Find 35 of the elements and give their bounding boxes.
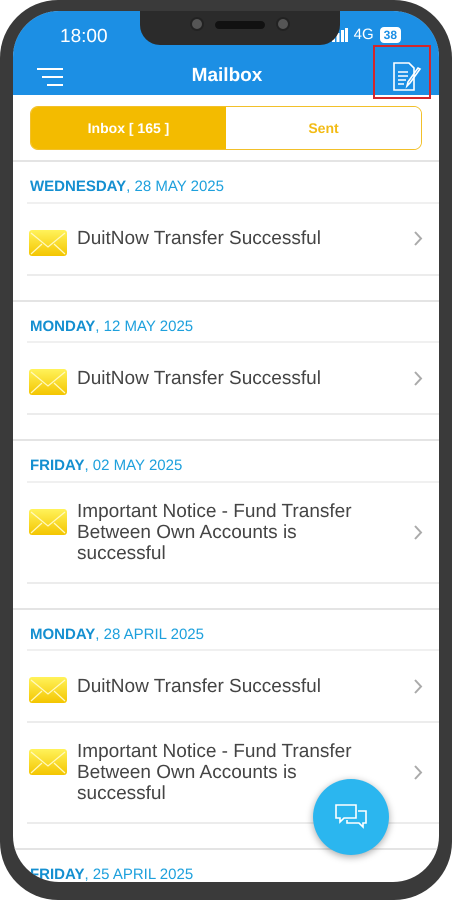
network-label: 4G [354, 25, 374, 45]
envelope-icon [29, 677, 67, 703]
message-subject: DuitNow Transfer Successful [77, 368, 321, 388]
chevron-icon [414, 524, 423, 540]
date-heading: MONDAY, 28 APRIL 2025 [27, 610, 439, 651]
compose-icon[interactable] [390, 60, 423, 92]
envelope-icon [29, 749, 67, 775]
menu-icon[interactable] [37, 68, 63, 86]
date-heading: MONDAY, 12 MAY 2025 [27, 302, 439, 343]
status-time: 18:00 [60, 25, 108, 49]
chevron-icon [414, 231, 423, 246]
speaker-grille [215, 21, 265, 29]
page-title: Mailbox [192, 64, 262, 88]
chat-icon [334, 803, 368, 831]
signal-icon [332, 28, 348, 42]
message-subject: Important Notice - Fund Transfer Between Own Accounts is successful [77, 741, 353, 804]
date-heading: WEDNESDAY, 28 MAY 2025 [27, 162, 439, 204]
envelope-icon [29, 230, 67, 256]
message-subject: Important Notice - Fund Transfer Between Own Accounts is successful [77, 500, 353, 564]
date-heading: FRIDAY, 02 MAY 2025 [27, 441, 439, 482]
message-row[interactable]: DuitNow Transfer Successful [27, 651, 439, 723]
message-row[interactable]: DuitNow Transfer Successful [27, 343, 439, 415]
envelope-icon [29, 508, 67, 534]
message-subject: DuitNow Transfer Successful [77, 676, 321, 696]
camera-icon [190, 17, 204, 31]
chevron-icon [414, 678, 423, 694]
highlight-frame [373, 45, 431, 99]
message-row[interactable]: Important Notice - Fund Transfer Between Own Accounts is successful [27, 482, 439, 584]
chevron-icon [414, 765, 423, 780]
chevron-icon [414, 370, 423, 386]
message-subject: DuitNow Transfer Successful [77, 228, 321, 249]
battery-level: 38 [380, 27, 401, 44]
message-row[interactable]: DuitNow Transfer Successful [27, 204, 439, 276]
envelope-icon [29, 369, 67, 395]
camera-icon [276, 17, 290, 31]
